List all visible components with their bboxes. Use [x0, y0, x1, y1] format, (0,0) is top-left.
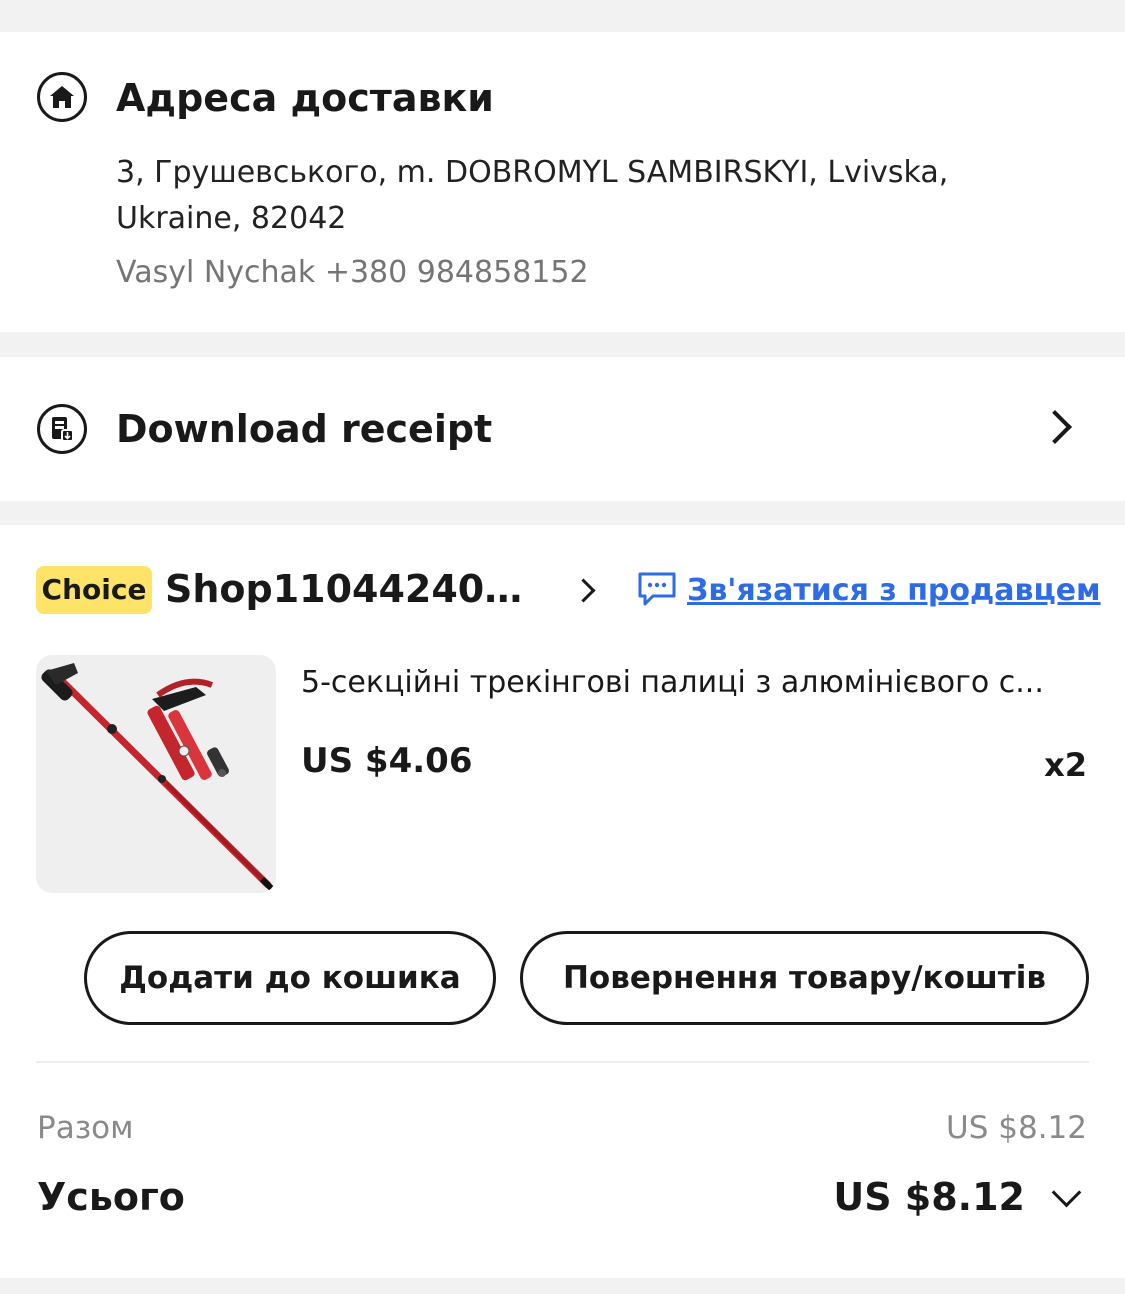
product-title[interactable]: 5-секційні трекінгові палиці з алюмінієв…: [301, 661, 1081, 705]
product-image[interactable]: [36, 655, 276, 893]
chevron-right-icon[interactable]: [571, 578, 596, 603]
subtotal-value: US $8.12: [946, 1110, 1087, 1146]
delivery-address-text: 3, Грушевського, m. DOBROMYL SAMBIRSKYI,…: [116, 155, 949, 236]
delivery-address-title: Адреса доставки: [116, 76, 494, 120]
add-to-cart-button[interactable]: Додати до кошика: [84, 931, 496, 1025]
contact-seller-link[interactable]: Зв'язатися з продавцем: [637, 569, 1101, 613]
shop-name-link[interactable]: Shop110442407...: [165, 563, 545, 615]
chat-icon: [637, 571, 677, 611]
order-details-page: Адреса доставки 3, Грушевського, m. DOBR…: [0, 0, 1125, 1294]
order-card: Choice Shop110442407... Зв'язатися з про…: [0, 525, 1125, 1278]
receipt-icon: [37, 404, 87, 454]
download-receipt-row[interactable]: Download receipt: [0, 357, 1125, 501]
choice-badge: Choice: [36, 566, 152, 614]
home-icon: [37, 72, 87, 122]
chevron-down-icon[interactable]: [1051, 1177, 1082, 1208]
chevron-right-icon: [1038, 410, 1072, 444]
return-refund-button[interactable]: Повернення товару/коштів: [520, 931, 1089, 1025]
divider: [36, 1061, 1089, 1063]
product-quantity: x2: [1044, 746, 1087, 784]
contact-seller-label: Зв'язатися з продавцем: [687, 573, 1101, 608]
subtotal-label: Разом: [37, 1110, 134, 1146]
delivery-address-card[interactable]: Адреса доставки 3, Грушевського, m. DOBR…: [0, 32, 1125, 332]
total-label: Усього: [37, 1175, 185, 1219]
total-value[interactable]: US $8.12: [833, 1172, 1025, 1222]
download-receipt-label: Download receipt: [116, 407, 493, 451]
product-price: US $4.06: [301, 741, 473, 781]
recipient-contact: Vasyl Nychak +380 984858152: [116, 255, 589, 290]
